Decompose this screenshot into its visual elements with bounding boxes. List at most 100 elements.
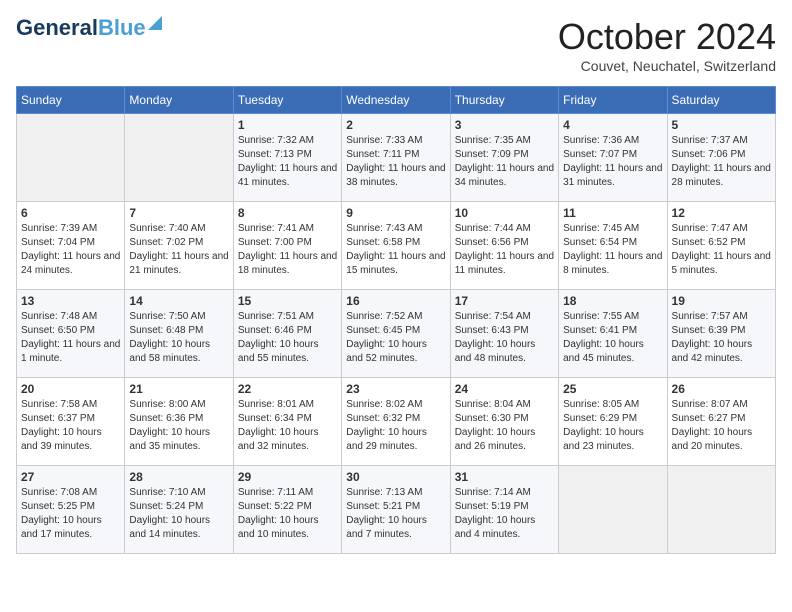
calendar-day-cell: 8 Sunrise: 7:41 AM Sunset: 7:00 PM Daylig… [233,202,341,290]
calendar-day-cell: 25 Sunrise: 8:05 AM Sunset: 6:29 PM Dayli… [559,378,667,466]
day-number: 27 [21,470,120,484]
calendar-day-cell: 5 Sunrise: 7:37 AM Sunset: 7:06 PM Daylig… [667,114,775,202]
calendar-day-cell: 15 Sunrise: 7:51 AM Sunset: 6:46 PM Dayli… [233,290,341,378]
calendar-day-cell: 12Sunrise: 7:47 AM Sunset: 6:52 PM Dayli… [667,202,775,290]
day-number: 20 [21,382,120,396]
calendar-day-cell: 1Sunrise: 7:32 AM Sunset: 7:13 PM Daylig… [233,114,341,202]
day-info: Sunrise: 7:08 AM Sunset: 5:25 PM Dayligh… [21,486,120,542]
logo-blue: Blue [98,17,146,39]
day-info: Sunrise: 7:51 AM Sunset: 6:46 PM Dayligh… [238,310,337,366]
weekday-header-monday: Monday [125,87,233,114]
day-number: 25 [563,382,662,396]
day-number: 8 [238,206,337,220]
calendar-day-cell [17,114,125,202]
location-subtitle: Couvet, Neuchatel, Switzerland [558,58,776,74]
calendar-day-cell: 7Sunrise: 7:40 AM Sunset: 7:02 PM Daylig… [125,202,233,290]
day-info: Sunrise: 7:57 AM Sunset: 6:39 PM Dayligh… [672,310,771,366]
day-info: Sunrise: 8:02 AM Sunset: 6:32 PM Dayligh… [346,398,445,454]
calendar-week-row: 13 Sunrise: 7:48 AM Sunset: 6:50 PM Dayli… [17,290,776,378]
day-info: Sunrise: 8:00 AM Sunset: 6:36 PM Dayligh… [129,398,228,454]
day-number: 3 [455,118,554,132]
month-title: October 2024 [558,16,776,58]
day-number: 11 [563,206,662,220]
day-info: Sunrise: 7:33 AM Sunset: 7:11 PM Dayligh… [346,134,445,190]
day-number: 31 [455,470,554,484]
weekday-header-thursday: Thursday [450,87,558,114]
calendar-day-cell: 4 Sunrise: 7:36 AM Sunset: 7:07 PM Daylig… [559,114,667,202]
day-number: 22 [238,382,337,396]
day-number: 14 [129,294,228,308]
calendar-day-cell: 31 Sunrise: 7:14 AM Sunset: 5:19 PM Dayli… [450,466,558,554]
day-number: 13 [21,294,120,308]
day-info: Sunrise: 7:58 AM Sunset: 6:37 PM Dayligh… [21,398,120,454]
day-info: Sunrise: 8:07 AM Sunset: 6:27 PM Dayligh… [672,398,771,454]
day-info: Sunrise: 7:47 AM Sunset: 6:52 PM Dayligh… [672,222,771,278]
weekday-header-saturday: Saturday [667,87,775,114]
day-info: Sunrise: 7:13 AM Sunset: 5:21 PM Dayligh… [346,486,445,542]
day-number: 18 [563,294,662,308]
day-info: Sunrise: 7:48 AM Sunset: 6:50 PM Dayligh… [21,310,120,366]
weekday-header-row: SundayMondayTuesdayWednesdayThursdayFrid… [17,87,776,114]
day-number: 28 [129,470,228,484]
calendar-day-cell: 19 Sunrise: 7:57 AM Sunset: 6:39 PM Dayli… [667,290,775,378]
calendar-day-cell: 13 Sunrise: 7:48 AM Sunset: 6:50 PM Dayli… [17,290,125,378]
logo: General Blue [16,16,162,39]
title-block: October 2024 Couvet, Neuchatel, Switzerl… [558,16,776,74]
day-number: 6 [21,206,120,220]
day-number: 26 [672,382,771,396]
calendar-day-cell: 2Sunrise: 7:33 AM Sunset: 7:11 PM Daylig… [342,114,450,202]
day-number: 4 [563,118,662,132]
day-info: Sunrise: 7:52 AM Sunset: 6:45 PM Dayligh… [346,310,445,366]
calendar-day-cell: 22 Sunrise: 8:01 AM Sunset: 6:34 PM Dayli… [233,378,341,466]
day-number: 23 [346,382,445,396]
day-info: Sunrise: 7:45 AM Sunset: 6:54 PM Dayligh… [563,222,662,278]
day-number: 21 [129,382,228,396]
day-info: Sunrise: 7:14 AM Sunset: 5:19 PM Dayligh… [455,486,554,542]
day-number: 5 [672,118,771,132]
day-info: Sunrise: 8:01 AM Sunset: 6:34 PM Dayligh… [238,398,337,454]
calendar-day-cell: 14 Sunrise: 7:50 AM Sunset: 6:48 PM Dayli… [125,290,233,378]
day-info: Sunrise: 7:43 AM Sunset: 6:58 PM Dayligh… [346,222,445,278]
day-info: Sunrise: 7:35 AM Sunset: 7:09 PM Dayligh… [455,134,554,190]
calendar-day-cell [559,466,667,554]
day-number: 9 [346,206,445,220]
calendar-day-cell: 10Sunrise: 7:44 AM Sunset: 6:56 PM Dayli… [450,202,558,290]
day-number: 24 [455,382,554,396]
day-number: 19 [672,294,771,308]
day-info: Sunrise: 7:37 AM Sunset: 7:06 PM Dayligh… [672,134,771,190]
day-number: 17 [455,294,554,308]
calendar-day-cell: 18 Sunrise: 7:55 AM Sunset: 6:41 PM Dayli… [559,290,667,378]
day-info: Sunrise: 7:36 AM Sunset: 7:07 PM Dayligh… [563,134,662,190]
day-info: Sunrise: 7:55 AM Sunset: 6:41 PM Dayligh… [563,310,662,366]
weekday-header-friday: Friday [559,87,667,114]
calendar-day-cell: 17 Sunrise: 7:54 AM Sunset: 6:43 PM Dayli… [450,290,558,378]
day-info: Sunrise: 7:40 AM Sunset: 7:02 PM Dayligh… [129,222,228,278]
calendar-day-cell: 29Sunrise: 7:11 AM Sunset: 5:22 PM Dayli… [233,466,341,554]
calendar-day-cell: 20 Sunrise: 7:58 AM Sunset: 6:37 PM Dayli… [17,378,125,466]
calendar-day-cell: 26 Sunrise: 8:07 AM Sunset: 6:27 PM Dayli… [667,378,775,466]
calendar-week-row: 1Sunrise: 7:32 AM Sunset: 7:13 PM Daylig… [17,114,776,202]
weekday-header-sunday: Sunday [17,87,125,114]
calendar-week-row: 27 Sunrise: 7:08 AM Sunset: 5:25 PM Dayli… [17,466,776,554]
calendar-day-cell: 6 Sunrise: 7:39 AM Sunset: 7:04 PM Daylig… [17,202,125,290]
weekday-header-tuesday: Tuesday [233,87,341,114]
day-info: Sunrise: 7:39 AM Sunset: 7:04 PM Dayligh… [21,222,120,278]
calendar-day-cell: 23 Sunrise: 8:02 AM Sunset: 6:32 PM Dayli… [342,378,450,466]
day-info: Sunrise: 7:50 AM Sunset: 6:48 PM Dayligh… [129,310,228,366]
day-info: Sunrise: 8:04 AM Sunset: 6:30 PM Dayligh… [455,398,554,454]
day-number: 15 [238,294,337,308]
calendar-day-cell: 27 Sunrise: 7:08 AM Sunset: 5:25 PM Dayli… [17,466,125,554]
day-info: Sunrise: 7:10 AM Sunset: 5:24 PM Dayligh… [129,486,228,542]
calendar-day-cell: 21 Sunrise: 8:00 AM Sunset: 6:36 PM Dayli… [125,378,233,466]
logo-general: General [16,17,98,39]
day-info: Sunrise: 7:54 AM Sunset: 6:43 PM Dayligh… [455,310,554,366]
calendar-day-cell: 9 Sunrise: 7:43 AM Sunset: 6:58 PM Daylig… [342,202,450,290]
day-info: Sunrise: 7:11 AM Sunset: 5:22 PM Dayligh… [238,486,337,542]
page-header: General Blue October 2024 Couvet, Neucha… [16,16,776,74]
day-info: Sunrise: 7:44 AM Sunset: 6:56 PM Dayligh… [455,222,554,278]
day-info: Sunrise: 7:41 AM Sunset: 7:00 PM Dayligh… [238,222,337,278]
day-number: 30 [346,470,445,484]
calendar-table: SundayMondayTuesdayWednesdayThursdayFrid… [16,86,776,554]
calendar-day-cell: 30 Sunrise: 7:13 AM Sunset: 5:21 PM Dayli… [342,466,450,554]
day-info: Sunrise: 8:05 AM Sunset: 6:29 PM Dayligh… [563,398,662,454]
